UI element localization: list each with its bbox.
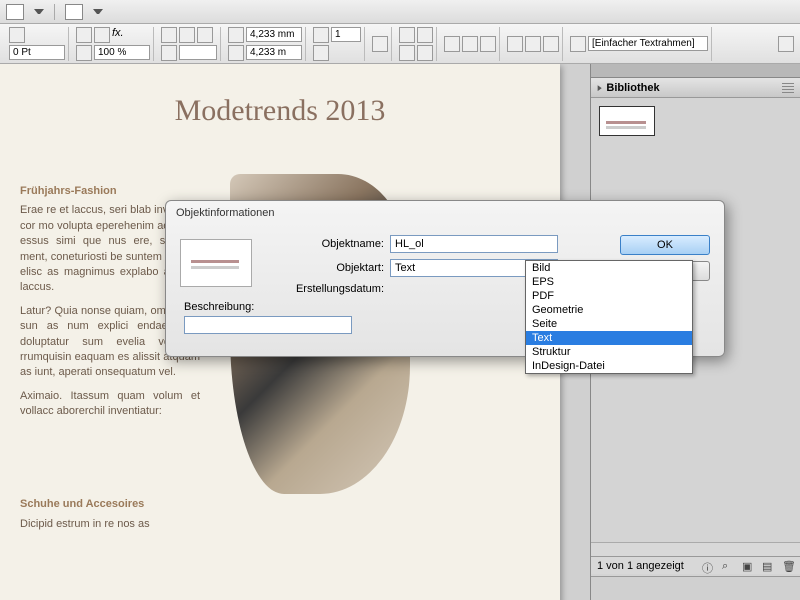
- inset-icon[interactable]: [399, 45, 415, 61]
- baseline-icon[interactable]: [444, 36, 460, 52]
- align-icon[interactable]: [179, 27, 195, 43]
- dropdown-icon[interactable]: [93, 9, 103, 14]
- fx-icon[interactable]: [76, 27, 92, 43]
- dim-x-field[interactable]: 4,233 mm: [246, 27, 302, 42]
- control-toolbar: 0 Pt fx. 100 % 4,233 mm 4,233 m 1: [0, 24, 800, 64]
- distribute-icon[interactable]: [525, 36, 541, 52]
- body-text: Aximaio. Itassum quam volum et vollacc a…: [20, 389, 200, 420]
- separator: [54, 4, 55, 20]
- inset-icon[interactable]: [417, 27, 433, 43]
- wrap-field[interactable]: [179, 45, 217, 60]
- trash-icon[interactable]: 🗑: [782, 560, 794, 572]
- fx-icon[interactable]: [94, 27, 110, 43]
- new-icon[interactable]: ▣: [742, 560, 754, 572]
- scrollbar[interactable]: [591, 576, 800, 600]
- frame-type-icon[interactable]: [570, 36, 586, 52]
- section-heading: Frühjahrs-Fashion: [20, 184, 200, 199]
- panel-header[interactable]: Bibliothek: [591, 78, 800, 98]
- date-label: Erstellungsdatum:: [264, 283, 384, 295]
- page-title: Modetrends 2013: [0, 94, 560, 128]
- stroke-swatch-icon[interactable]: [9, 27, 25, 43]
- dim-y-field[interactable]: 4,233 m: [246, 45, 302, 60]
- object-name-input[interactable]: [390, 235, 558, 253]
- opacity-field[interactable]: 100 %: [94, 45, 150, 60]
- cols-field[interactable]: 1: [331, 27, 361, 42]
- dropdown-option[interactable]: Geometrie: [526, 303, 692, 317]
- new-icon[interactable]: ▤: [762, 560, 774, 572]
- toggle-icon[interactable]: [778, 36, 794, 52]
- crop-icon[interactable]: [228, 45, 244, 61]
- baseline-icon[interactable]: [480, 36, 496, 52]
- distribute-icon[interactable]: [507, 36, 523, 52]
- dropdown-option[interactable]: PDF: [526, 289, 692, 303]
- align-icon[interactable]: [197, 27, 213, 43]
- body-text: Dicipid estrum in re nos as: [20, 517, 200, 532]
- wrap-icon[interactable]: [161, 45, 177, 61]
- crop-icon[interactable]: [228, 27, 244, 43]
- align-icon[interactable]: [161, 27, 177, 43]
- dropdown-option[interactable]: Seite: [526, 317, 692, 331]
- baseline-icon[interactable]: [462, 36, 478, 52]
- menubar: [0, 0, 800, 24]
- name-label: Objektname:: [264, 238, 384, 250]
- section-heading: Schuhe und Accesoires: [20, 497, 200, 512]
- tool-rect-icon[interactable]: [6, 4, 24, 20]
- valign-icon[interactable]: [372, 36, 388, 52]
- ok-button[interactable]: OK: [620, 235, 710, 255]
- type-label: Objektart:: [264, 262, 384, 274]
- library-item-thumb[interactable]: [599, 106, 655, 136]
- frame-type-select[interactable]: [Einfacher Textrahmen]: [588, 36, 708, 51]
- opacity-icon[interactable]: [76, 45, 92, 61]
- panel-title: Bibliothek: [606, 82, 659, 94]
- info-icon[interactable]: ⓘ: [702, 560, 714, 572]
- inset-icon[interactable]: [417, 45, 433, 61]
- tool-grid-icon[interactable]: [65, 4, 83, 20]
- object-info-dialog: Objektinformationen Objektname: Objektar…: [165, 200, 725, 357]
- gutter-icon[interactable]: [313, 45, 329, 61]
- dropdown-option[interactable]: InDesign-Datei: [526, 359, 692, 373]
- inset-icon[interactable]: [399, 27, 415, 43]
- description-input[interactable]: [184, 316, 352, 334]
- dropdown-option[interactable]: EPS: [526, 275, 692, 289]
- panel-menu-icon[interactable]: [782, 83, 794, 93]
- dropdown-option[interactable]: Struktur: [526, 345, 692, 359]
- search-icon[interactable]: ⌕: [722, 560, 734, 572]
- select-value: Text: [395, 262, 415, 274]
- dropdown-icon[interactable]: [34, 9, 44, 14]
- distribute-icon[interactable]: [543, 36, 559, 52]
- dialog-title: Objektinformationen: [166, 201, 724, 225]
- object-type-dropdown[interactable]: BildEPSPDFGeometrieSeiteTextStrukturInDe…: [525, 260, 693, 374]
- object-preview-thumb: [180, 239, 252, 287]
- status-text: 1 von 1 angezeigt: [597, 560, 684, 572]
- panel-status-bar: 1 von 1 angezeigt ⓘ ⌕ ▣ ▤ 🗑: [591, 556, 800, 574]
- stroke-weight-field[interactable]: 0 Pt: [9, 45, 65, 60]
- cols-icon[interactable]: [313, 27, 329, 43]
- dropdown-option[interactable]: Bild: [526, 261, 692, 275]
- dropdown-option[interactable]: Text: [526, 331, 692, 345]
- scrollbar[interactable]: [591, 542, 800, 556]
- desc-label: Beschreibung:: [184, 301, 304, 313]
